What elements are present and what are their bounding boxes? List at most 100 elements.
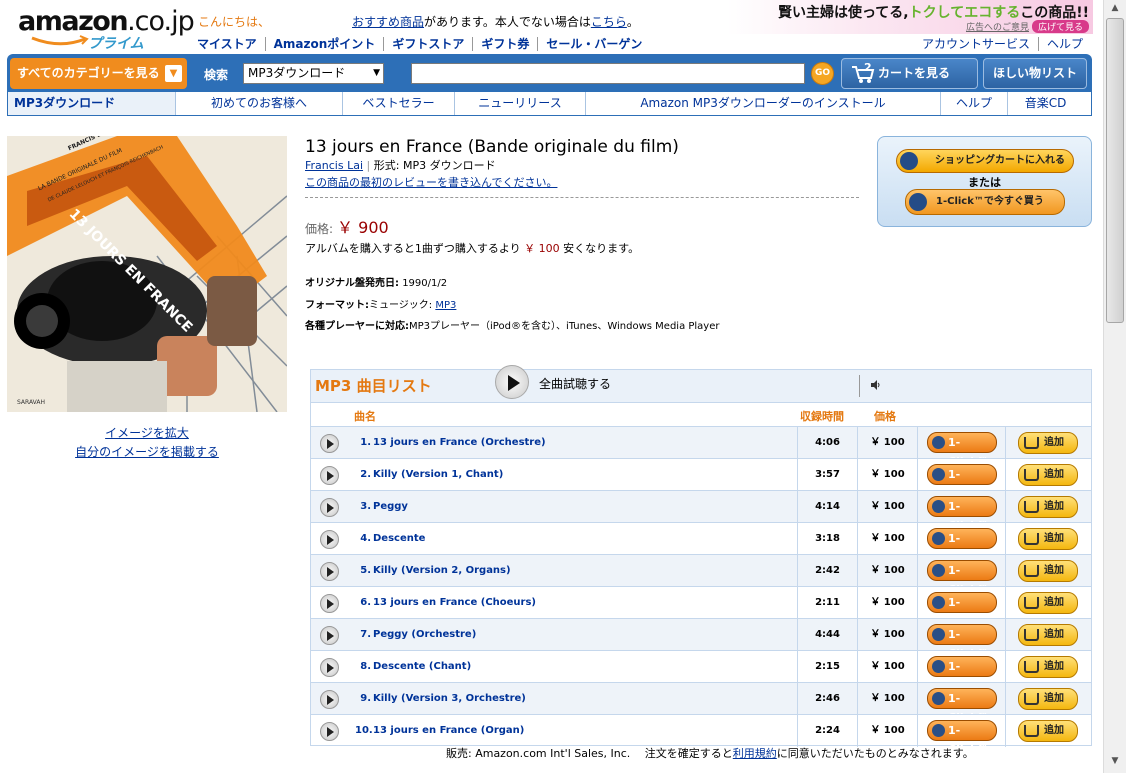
track-play-button[interactable] (320, 498, 339, 517)
subnav-music-cd[interactable]: 音楽CD (1008, 92, 1083, 115)
artist-link[interactable]: Francis Lai (305, 159, 363, 172)
track-one-click-button[interactable]: 1-Click™ (927, 592, 997, 628)
subnav-mp3-downloader[interactable]: Amazon MP3ダウンローダーのインストール (586, 92, 941, 115)
track-name-link[interactable]: Descente (Chant) (373, 661, 471, 672)
track-name-link[interactable]: 13 jours en France (Orchestre) (373, 437, 546, 448)
subnav-mp3-download[interactable]: MP3ダウンロード (8, 92, 176, 115)
track-add-button[interactable]: 追加 (1018, 592, 1078, 614)
terms-link[interactable]: 利用規約 (733, 747, 777, 760)
track-add-button[interactable]: 追加 (1018, 496, 1078, 518)
track-add-button[interactable]: 追加 (1018, 688, 1078, 710)
nav-gift-card[interactable]: ギフト券 (472, 37, 537, 51)
go-button[interactable]: GO (811, 62, 834, 85)
not-you-link[interactable]: こちら (591, 15, 627, 29)
track-one-click-button[interactable]: 1-Click™ (927, 656, 997, 692)
track-price: ￥ 100 (857, 491, 917, 523)
track-add-cell: 追加 (1005, 523, 1093, 555)
col-price: 価格 (874, 410, 896, 423)
track-name-link[interactable]: Peggy (373, 501, 408, 512)
track-play-button[interactable] (320, 434, 339, 453)
format-value: MP3 ダウンロード (402, 159, 496, 172)
subnav-bestsellers[interactable]: ベストセラー (343, 92, 455, 115)
scroll-down-icon[interactable]: ▼ (1107, 756, 1123, 770)
price-value: ￥ 900 (337, 218, 389, 237)
vertical-scrollbar[interactable]: ▲ ▼ (1103, 0, 1126, 773)
amazon-logo[interactable]: amazon.co.jp プライム (18, 8, 195, 53)
track-name-link[interactable]: Peggy (Orchestre) (373, 629, 476, 640)
track-one-click-button[interactable]: 1-Click™ (927, 624, 997, 660)
all-categories-label: すべてのカテゴリーを見る (17, 66, 160, 80)
track-add-button[interactable]: 追加 (1018, 464, 1078, 486)
view-cart-button[interactable]: 2 カートを見る (841, 58, 978, 89)
track-add-button[interactable]: 追加 (1018, 656, 1078, 678)
track-play-button[interactable] (320, 722, 339, 741)
mp3-format-link[interactable]: MP3 (435, 300, 456, 311)
add-label: 追加 (1044, 597, 1064, 608)
volume-icon[interactable] (871, 380, 881, 390)
write-review-link[interactable]: この商品の最初のレビューを書き込んでください。 (305, 174, 557, 190)
track-add-cell: 追加 (1005, 427, 1093, 459)
track-play-button[interactable] (320, 594, 339, 613)
track-play-button[interactable] (320, 626, 339, 645)
nav-sale[interactable]: セール・バーゲン (537, 37, 650, 51)
track-one-click-button[interactable]: 1-Click™ (927, 560, 997, 596)
track-play-button[interactable] (320, 658, 339, 677)
track-number: 5. (360, 565, 371, 576)
scroll-up-icon[interactable]: ▲ (1107, 3, 1123, 17)
select-arrow-icon: ▼ (373, 68, 380, 78)
nav-my-store[interactable]: マイストア (197, 37, 265, 51)
track-number: 7. (360, 629, 371, 640)
nav-help[interactable]: ヘルプ (1037, 37, 1091, 51)
subnav-help[interactable]: ヘルプ (941, 92, 1008, 115)
track-add-button[interactable]: 追加 (1018, 560, 1078, 582)
promo-feedback-link[interactable]: 広告へのご意見 (966, 20, 1029, 33)
category-select[interactable]: MP3ダウンロード ▼ (243, 63, 384, 84)
promo-expand-button[interactable]: 広げて見る (1031, 20, 1089, 33)
nav-account-service[interactable]: アカウントサービス (914, 37, 1038, 51)
track-one-click-cell: 1-Click™ (917, 491, 1005, 532)
scroll-thumb[interactable] (1106, 18, 1124, 323)
track-name-link[interactable]: Killy (Version 2, Organs) (373, 565, 511, 576)
track-one-click-button[interactable]: 1-Click™ (927, 496, 997, 532)
track-play-button[interactable] (320, 466, 339, 485)
upload-image-link[interactable]: 自分のイメージを掲載する (7, 443, 287, 462)
track-list-header: MP3 曲目リスト 全曲試聴する (311, 365, 1091, 402)
add-to-cart-button[interactable]: ショッピングカートに入れる (896, 149, 1074, 173)
track-duration: 2:24 (797, 715, 857, 747)
product-byline: Francis Lai | 形式: MP3 ダウンロード (305, 157, 496, 173)
track-add-cell: 追加 (1005, 491, 1093, 523)
savings-amount: ￥ 100 (524, 242, 560, 255)
play-all-button[interactable] (495, 365, 529, 399)
track-name-link[interactable]: Killy (Version 3, Orchestre) (373, 693, 526, 704)
track-name-link[interactable]: 13 jours en France (Choeurs) (373, 597, 536, 608)
one-click-buy-button[interactable]: 1-Click™で今すぐ買う (905, 189, 1065, 215)
track-add-button[interactable]: 追加 (1018, 528, 1078, 550)
track-play-button[interactable] (320, 562, 339, 581)
subnav-new-releases[interactable]: ニューリリース (455, 92, 586, 115)
promo-banner[interactable]: 賢い主婦は使ってる,トクしてエコするこの商品!! 広告へのご意見 広げて見る (727, 0, 1093, 34)
track-name-link[interactable]: 13 jours en France (Organ) (373, 725, 524, 736)
album-cover-image[interactable]: FRANCIS LAI PIERRE BAROUH NICOLE CROISIL… (7, 136, 287, 412)
nav-gift-store[interactable]: ギフトストア (383, 37, 472, 51)
track-name-link[interactable]: Descente (373, 533, 425, 544)
enlarge-image-link[interactable]: イメージを拡大 (7, 424, 287, 443)
track-name-link[interactable]: Killy (Version 1, Chant) (373, 469, 503, 480)
track-add-button[interactable]: 追加 (1018, 432, 1078, 454)
all-categories-button[interactable]: すべてのカテゴリーを見る ▼ (10, 58, 187, 89)
players-value: MP3プレーヤー（iPod®を含む）、iTunes、Windows Media … (409, 321, 720, 332)
track-play-button[interactable] (320, 690, 339, 709)
track-one-click-button[interactable]: 1-Click™ (927, 464, 997, 500)
nav-amazon-points[interactable]: Amazonポイント (264, 37, 384, 51)
track-one-click-button[interactable]: 1-Click™ (927, 688, 997, 724)
track-play-button[interactable] (320, 530, 339, 549)
track-duration: 2:46 (797, 683, 857, 715)
track-add-button[interactable]: 追加 (1018, 720, 1078, 742)
track-one-click-button[interactable]: 1-Click™ (927, 720, 997, 756)
track-one-click-button[interactable]: 1-Click™ (927, 528, 997, 564)
search-input[interactable] (411, 63, 805, 84)
track-one-click-button[interactable]: 1-Click™ (927, 432, 997, 468)
recommendation-link[interactable]: おすすめ商品 (352, 15, 424, 29)
wishlist-button[interactable]: ほしい物リスト (983, 58, 1087, 89)
track-add-button[interactable]: 追加 (1018, 624, 1078, 646)
subnav-first-time[interactable]: 初めてのお客様へ (176, 92, 343, 115)
